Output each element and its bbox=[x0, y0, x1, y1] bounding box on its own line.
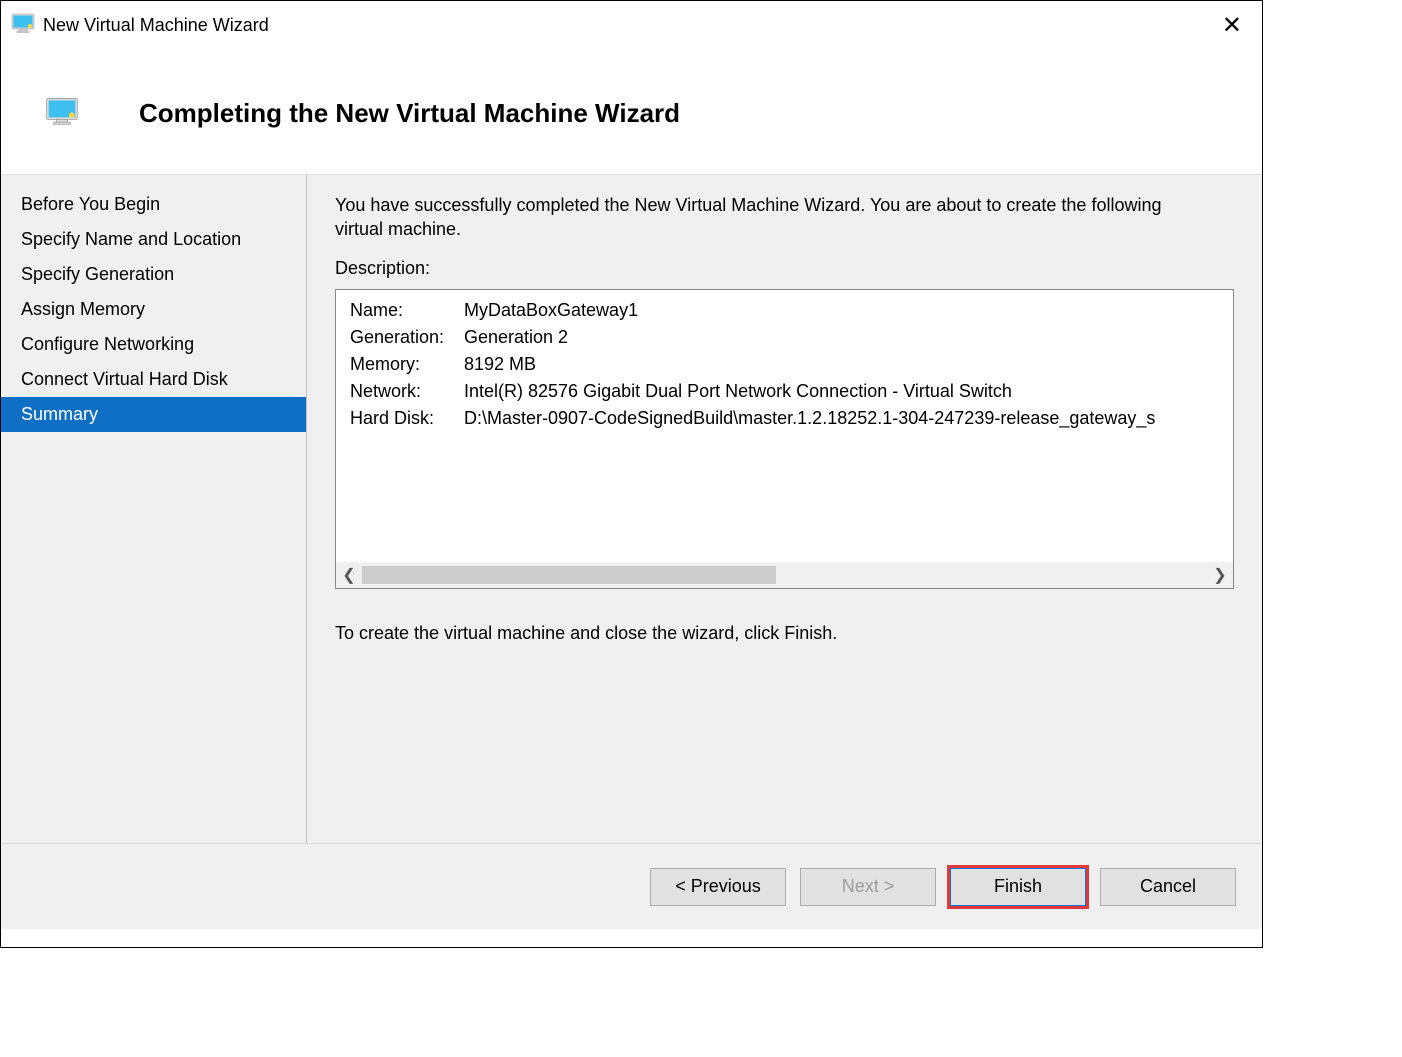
scroll-thumb[interactable] bbox=[362, 566, 776, 584]
step-summary[interactable]: Summary bbox=[1, 397, 306, 432]
scroll-left-arrow-icon[interactable]: ❮ bbox=[336, 562, 362, 588]
step-before-you-begin[interactable]: Before You Begin bbox=[1, 187, 306, 222]
wizard-footer: < Previous Next > Finish Cancel bbox=[1, 843, 1262, 929]
description-content: Name: MyDataBoxGateway1 Generation: Gene… bbox=[336, 290, 1233, 445]
property-value: MyDataBoxGateway1 bbox=[464, 300, 638, 321]
step-specify-name-location[interactable]: Specify Name and Location bbox=[1, 222, 306, 257]
property-value: 8192 MB bbox=[464, 354, 536, 375]
wizard-content: You have successfully completed the New … bbox=[307, 175, 1262, 843]
cancel-button[interactable]: Cancel bbox=[1100, 868, 1236, 906]
step-specify-generation[interactable]: Specify Generation bbox=[1, 257, 306, 292]
step-configure-networking[interactable]: Configure Networking bbox=[1, 327, 306, 362]
property-row-memory: Memory: 8192 MB bbox=[350, 354, 1219, 375]
property-key: Memory: bbox=[350, 354, 464, 375]
wizard-header: Completing the New Virtual Machine Wizar… bbox=[1, 49, 1262, 175]
titlebar: New Virtual Machine Wizard ✕ bbox=[1, 1, 1262, 49]
property-value: D:\Master-0907-CodeSignedBuild\master.1.… bbox=[464, 408, 1155, 429]
property-key: Hard Disk: bbox=[350, 408, 464, 429]
titlebar-title: New Virtual Machine Wizard bbox=[43, 15, 1212, 36]
property-row-name: Name: MyDataBoxGateway1 bbox=[350, 300, 1219, 321]
property-row-network: Network: Intel(R) 82576 Gigabit Dual Por… bbox=[350, 381, 1219, 402]
wizard-title: Completing the New Virtual Machine Wizar… bbox=[139, 98, 680, 129]
description-label: Description: bbox=[335, 258, 1234, 279]
step-connect-virtual-hard-disk[interactable]: Connect Virtual Hard Disk bbox=[1, 362, 306, 397]
property-value: Generation 2 bbox=[464, 327, 568, 348]
wizard-body: Before You Begin Specify Name and Locati… bbox=[1, 175, 1262, 843]
horizontal-scrollbar[interactable]: ❮ ❯ bbox=[336, 562, 1233, 588]
property-key: Name: bbox=[350, 300, 464, 321]
finish-button[interactable]: Finish bbox=[950, 868, 1086, 906]
property-key: Generation: bbox=[350, 327, 464, 348]
step-assign-memory[interactable]: Assign Memory bbox=[1, 292, 306, 327]
scroll-right-arrow-icon[interactable]: ❯ bbox=[1207, 562, 1233, 588]
wizard-header-icon bbox=[45, 97, 139, 130]
titlebar-app-icon bbox=[11, 13, 43, 38]
scroll-track[interactable] bbox=[362, 562, 1207, 588]
closing-instruction-text: To create the virtual machine and close … bbox=[335, 623, 1234, 644]
wizard-steps-sidebar: Before You Begin Specify Name and Locati… bbox=[1, 175, 307, 843]
property-value: Intel(R) 82576 Gigabit Dual Port Network… bbox=[464, 381, 1012, 402]
property-key: Network: bbox=[350, 381, 464, 402]
property-row-hard-disk: Hard Disk: D:\Master-0907-CodeSignedBuil… bbox=[350, 408, 1219, 429]
next-button: Next > bbox=[800, 868, 936, 906]
description-box: Name: MyDataBoxGateway1 Generation: Gene… bbox=[335, 289, 1234, 589]
property-row-generation: Generation: Generation 2 bbox=[350, 327, 1219, 348]
previous-button[interactable]: < Previous bbox=[650, 868, 786, 906]
close-button[interactable]: ✕ bbox=[1212, 7, 1252, 44]
summary-intro-text: You have successfully completed the New … bbox=[335, 193, 1185, 242]
